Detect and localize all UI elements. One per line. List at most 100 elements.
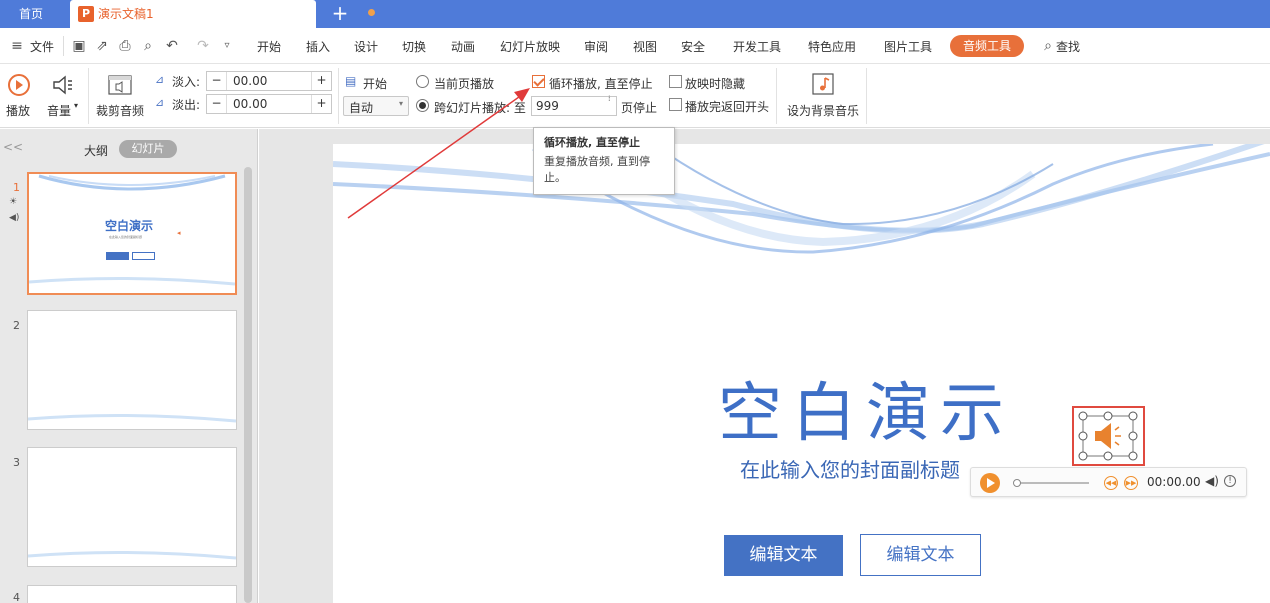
tab-bar: 首页 P 演示文稿1 + xyxy=(0,0,1270,28)
set-background-music-label: 设为背景音乐 xyxy=(787,104,860,118)
tooltip-title: 循环播放, 直至停止 xyxy=(544,136,641,149)
slide-thumbnail-3[interactable] xyxy=(27,447,237,567)
play-icon xyxy=(8,74,30,96)
print-preview-icon[interactable]: ⌕ xyxy=(139,37,157,55)
fade-in-value[interactable]: 00.00 xyxy=(233,72,267,90)
slide-thumbnail-1[interactable]: 空白演示 在此输入您的封面副标题 ◂ xyxy=(27,172,237,295)
hide-during-show-label[interactable]: 放映时隐藏 xyxy=(685,75,745,92)
export-icon[interactable]: ⇗ xyxy=(93,37,111,55)
search-icon[interactable]: ⌕ xyxy=(1039,37,1057,55)
trim-audio-label: 裁剪音频 xyxy=(96,104,145,118)
rewind-checkbox[interactable] xyxy=(669,98,682,111)
presentation-icon: P xyxy=(78,6,94,22)
fade-in-increment[interactable]: + xyxy=(311,72,331,90)
hamburger-icon[interactable]: ≡ xyxy=(8,37,26,55)
fade-in-stepper[interactable]: − 00.00 + xyxy=(206,71,332,91)
divider xyxy=(63,36,64,56)
fade-out-stepper[interactable]: − 00.00 + xyxy=(206,94,332,114)
fade-out-value[interactable]: 00.00 xyxy=(233,95,267,113)
speaker-icon[interactable] xyxy=(1091,421,1125,451)
menu-start[interactable]: 开始 xyxy=(257,38,281,55)
loop-tooltip: 循环播放, 直至停止 重复播放音频, 直到停止。 xyxy=(533,127,675,195)
player-play-button[interactable] xyxy=(980,473,1000,493)
player-progress-track[interactable] xyxy=(1015,482,1089,484)
slide-panel: << 大纲 幻灯片 1 ☀ ◀) 空白演示 在此输入您的封面副标题 ◂ 2 3 … xyxy=(0,129,258,603)
save-icon[interactable]: ▣ xyxy=(70,37,88,55)
customize-dropdown-icon[interactable]: ▿ xyxy=(218,37,236,55)
fade-out-icon: ⊿ xyxy=(155,96,165,109)
page-stop-label: 页停止 xyxy=(621,101,658,115)
tab-audio-tools[interactable]: 音频工具 xyxy=(950,35,1024,57)
trim-audio-button[interactable]: 裁剪音频 xyxy=(94,70,148,120)
menu-file[interactable]: 文件 xyxy=(30,38,54,55)
fade-out-decrement[interactable]: − xyxy=(207,95,227,113)
forward-icon[interactable]: ▶▶ xyxy=(1124,476,1138,490)
audio-player: ◀◀ ▶▶ 00:00.00 ◀) ! xyxy=(970,467,1247,497)
stop-page-stepper[interactable]: 999 ⁞ xyxy=(531,94,617,116)
music-note-icon xyxy=(812,73,834,95)
edit-text-button-filled[interactable]: 编辑文本 xyxy=(724,535,843,576)
undo-icon[interactable]: ↶ xyxy=(163,37,181,55)
tab-document[interactable]: P 演示文稿1 xyxy=(70,0,375,28)
volume-label: 音量 xyxy=(47,104,72,118)
divider xyxy=(776,68,777,124)
menu-features[interactable]: 特色应用 xyxy=(808,38,856,55)
redo-icon[interactable]: ↷ xyxy=(194,37,212,55)
player-time: 00:00.00 xyxy=(1147,475,1201,489)
fade-in-icon: ⊿ xyxy=(155,73,165,86)
volume-button[interactable]: 音量 ▾ xyxy=(44,70,84,120)
player-progress-knob[interactable] xyxy=(1013,479,1021,487)
fade-in-label: 淡入: xyxy=(172,75,201,89)
menu-bar: ≡ 文件 ▣ ⇗ ⎙ ⌕ ↶ ↷ ▿ 开始 插入 设计 切换 动画 幻灯片放映 … xyxy=(0,28,1270,64)
print-icon[interactable]: ⎙ xyxy=(116,37,134,55)
collapse-panel-button[interactable]: << xyxy=(3,140,23,154)
menu-slideshow[interactable]: 幻灯片放映 xyxy=(500,38,560,55)
annotation-arrow xyxy=(347,88,530,219)
unsaved-dot-icon xyxy=(368,9,375,16)
loop-label[interactable]: 循环播放, 直至停止 xyxy=(549,75,653,92)
divider xyxy=(88,68,89,124)
slide-number: 3 xyxy=(13,456,20,469)
fade-out-increment[interactable]: + xyxy=(311,95,331,113)
menu-transition[interactable]: 切换 xyxy=(402,38,426,55)
fade-in-decrement[interactable]: − xyxy=(207,72,227,90)
hide-during-show-checkbox[interactable] xyxy=(669,75,682,88)
set-background-music-button[interactable]: 设为背景音乐 xyxy=(785,70,861,120)
panel-scrollbar[interactable] xyxy=(244,167,252,603)
spinner-icon[interactable]: ⁞ xyxy=(608,94,611,103)
edit-text-button-outline[interactable]: 编辑文本 xyxy=(860,534,981,576)
thumb-button-outline xyxy=(132,252,155,260)
tab-outline[interactable]: 大纲 xyxy=(84,142,108,159)
menu-design[interactable]: 设计 xyxy=(354,38,378,55)
new-tab-button[interactable]: + xyxy=(330,0,350,28)
slide-thumbnail-2[interactable] xyxy=(27,310,237,430)
thumb-subtitle: 在此输入您的封面副标题 xyxy=(109,235,143,239)
search-button[interactable]: 查找 xyxy=(1056,38,1080,55)
slide-number: 1 xyxy=(13,181,20,194)
menu-animation[interactable]: 动画 xyxy=(451,38,475,55)
rewind-icon[interactable]: ◀◀ xyxy=(1104,476,1118,490)
slide-subtitle[interactable]: 在此输入您的封面副标题 xyxy=(740,454,960,483)
audio-mark-icon: ◀) xyxy=(9,213,20,223)
thumb-audio-icon: ◂ xyxy=(177,229,181,237)
play-label: 播放 xyxy=(6,104,31,118)
tab-slides[interactable]: 幻灯片 xyxy=(119,140,177,158)
player-info-icon[interactable]: ! xyxy=(1224,475,1236,487)
tab-home[interactable]: 首页 xyxy=(0,0,62,28)
menu-picture-tools[interactable]: 图片工具 xyxy=(884,38,932,55)
trim-audio-icon xyxy=(108,75,132,95)
slide-thumbnail-4[interactable] xyxy=(27,585,237,603)
menu-review[interactable]: 审阅 xyxy=(584,38,608,55)
slide-number: 4 xyxy=(13,591,20,603)
divider xyxy=(866,68,867,124)
player-volume-icon[interactable]: ◀) xyxy=(1205,474,1219,488)
menu-security[interactable]: 安全 xyxy=(681,38,705,55)
rewind-label[interactable]: 播放完返回开头 xyxy=(685,98,769,115)
menu-insert[interactable]: 插入 xyxy=(306,38,330,55)
menu-view[interactable]: 视图 xyxy=(633,38,657,55)
divider xyxy=(338,68,339,124)
play-button[interactable]: 播放 xyxy=(3,70,33,120)
menu-developer[interactable]: 开发工具 xyxy=(733,38,781,55)
thumb-button-fill xyxy=(106,252,129,260)
slide-title[interactable]: 空白演示 xyxy=(718,362,1014,454)
